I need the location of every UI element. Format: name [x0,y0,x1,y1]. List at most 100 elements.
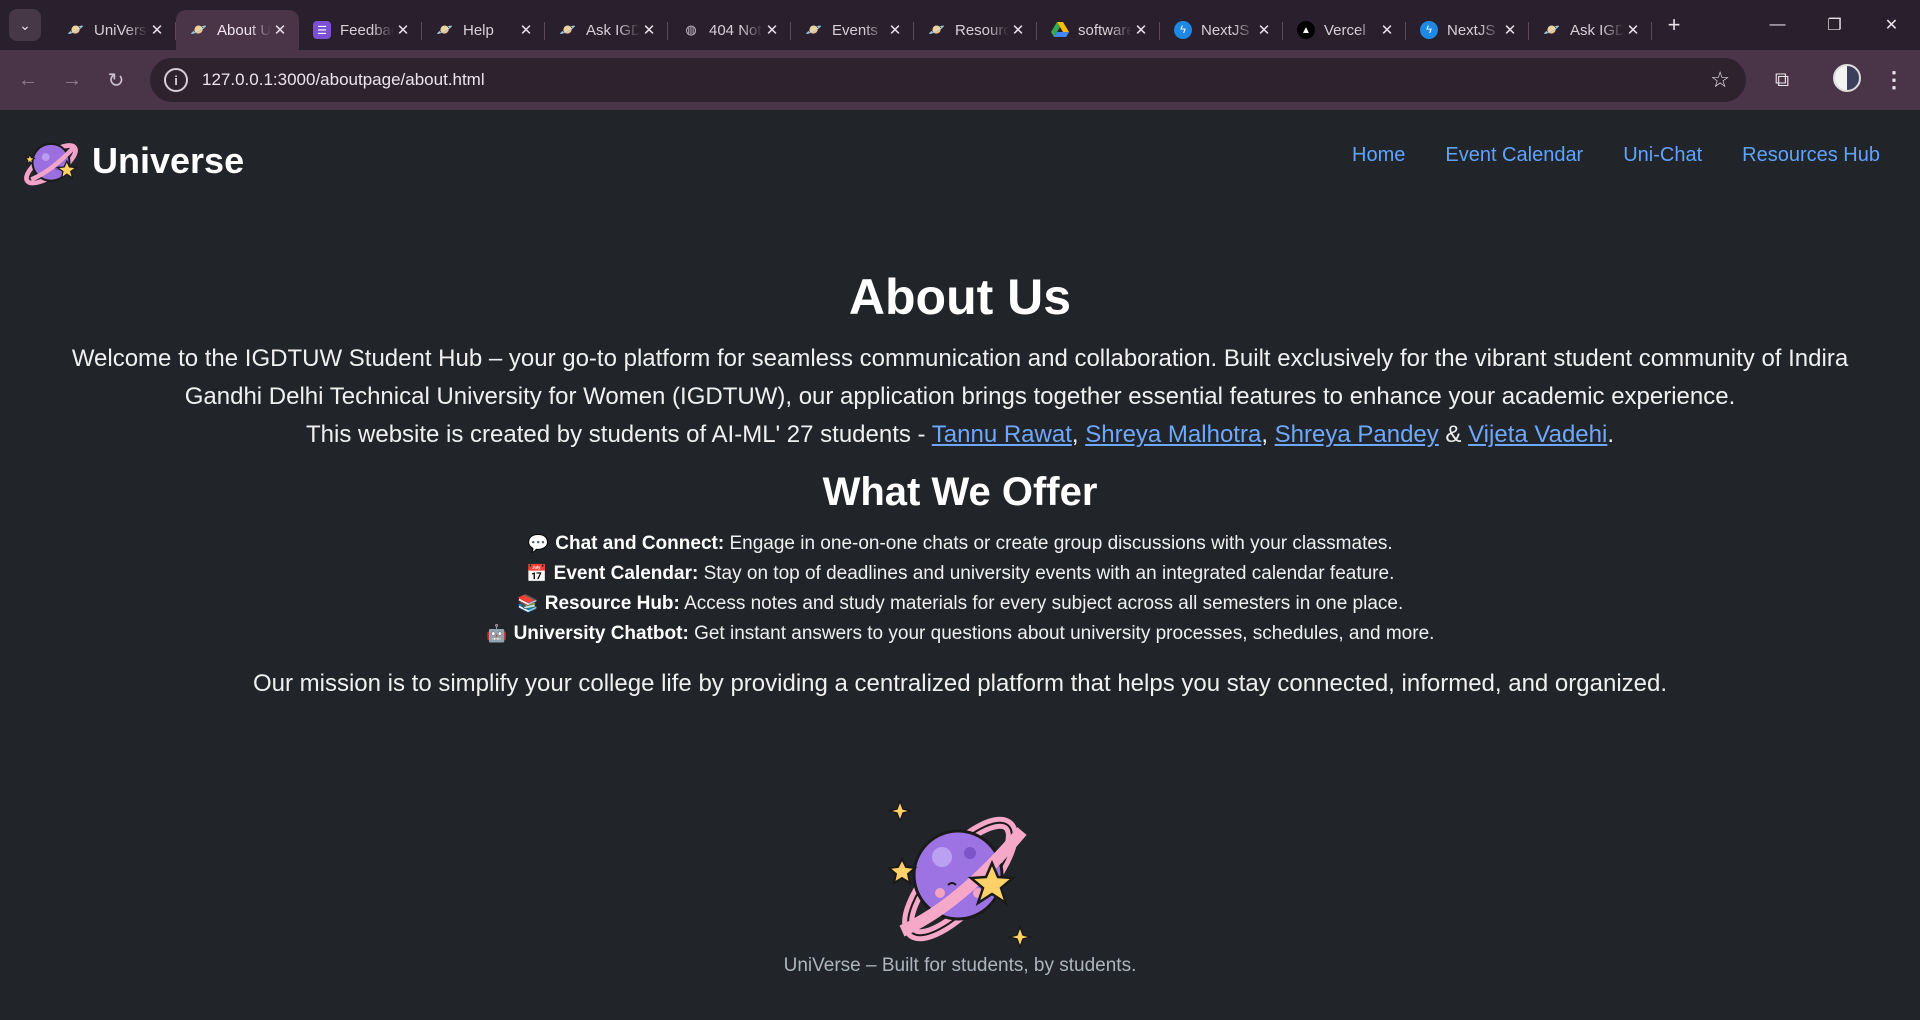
tab[interactable]: ☰ Feedback ✕ [299,10,422,50]
offer-title: Chat and Connect: [555,533,725,554]
close-icon[interactable]: ✕ [271,21,289,39]
tab-title: Vercel [1324,21,1366,39]
offer-text: Access notes and study materials for eve… [679,593,1404,614]
arrow-right-icon: → [62,68,82,91]
new-tab-button[interactable]: + [1658,9,1690,41]
planet-icon: 🪐 [928,22,946,37]
robot-icon: 🤖 [485,624,508,643]
tab-title: Events [832,21,878,39]
credits-prefix: This website is created by students of A… [306,421,932,448]
tab[interactable]: ◍ 404 Not Found ✕ [668,10,791,50]
tab[interactable]: ▲ Vercel ✕ [1283,10,1406,50]
author-link[interactable]: Vijeta Vadehi [1468,421,1607,448]
tab-bar: ⌄ 🪐 UniVerse ✕ 🪐 About Us ✕ ☰ Feedback ✕… [0,0,1920,50]
close-icon[interactable]: ✕ [763,21,781,39]
reload-button[interactable]: ↻ [94,58,138,102]
tab-search-button[interactable]: ⌄ [9,9,41,41]
nav-uni-chat[interactable]: Uni-Chat [1623,144,1702,167]
footer-text: UniVerse – Built for students, by studen… [783,955,1137,976]
mission-statement: Our mission is to simplify your college … [252,670,1668,697]
close-icon[interactable]: ✕ [394,21,412,39]
extensions-icon[interactable]: ⧉ [1762,58,1802,102]
avatar[interactable] [1833,64,1861,92]
close-icon[interactable]: ✕ [1624,21,1642,39]
nav-event-calendar[interactable]: Event Calendar [1445,144,1583,167]
tab[interactable]: 🪐 Resources ✕ [914,10,1037,50]
author-link[interactable]: Tannu Rawat [932,421,1072,448]
site-info-icon[interactable]: i [164,68,188,92]
nav-resources-hub[interactable]: Resources Hub [1742,144,1880,167]
list-item: 💬 Chat and Connect: Engage in one-on-one … [0,529,1920,559]
tab[interactable]: 🪐 Help ✕ [422,10,545,50]
omnibox[interactable]: i 127.0.0.1:3000/aboutpage/about.html ☆ [150,58,1746,102]
tab[interactable]: 🪐 Ask IGDTUW ✕ [1529,10,1652,50]
close-window-button[interactable]: ✕ [1863,0,1920,50]
tab[interactable]: 🪐 UniVerse ✕ [53,10,176,50]
chevron-down-icon: ⌄ [19,16,31,33]
tab-title: Resources [955,21,1009,39]
restore-button[interactable]: ❐ [1806,0,1863,50]
tab-strip: 🪐 UniVerse ✕ 🪐 About Us ✕ ☰ Feedback ✕ 🪐… [53,0,1690,50]
tab-title: About Us [217,21,271,39]
list-item: 📚 Resource Hub: Access notes and study ma… [0,589,1920,619]
tab-title: NextJS [1447,21,1496,39]
close-icon[interactable]: ✕ [1132,21,1150,39]
close-icon[interactable]: ✕ [517,21,535,39]
minimize-button[interactable]: — [1749,0,1806,50]
reload-icon: ↻ [107,69,125,92]
intro-paragraph: Welcome to the IGDTUW Student Hub – your… [71,345,1849,410]
separator: , [1071,421,1086,448]
calendar-icon: 📅 [526,564,548,583]
tab[interactable]: ϟ NextJS ✕ [1160,10,1283,50]
close-icon[interactable]: ✕ [1378,21,1396,39]
planet-logo-icon [24,142,78,186]
brand-name: Universe [92,140,245,181]
plus-icon: + [1667,12,1681,37]
back-button[interactable]: ← [6,58,50,102]
more-menu-icon[interactable]: ⋮ [1880,58,1908,102]
credits-line: This website is created by students of A… [0,416,1920,454]
drive-icon [1051,21,1069,39]
close-icon[interactable]: ✕ [1255,21,1273,39]
main-nav: Home Event Calendar Uni-Chat Resources H… [1352,144,1880,167]
planet-icon: 🪐 [805,22,823,37]
messenger-icon: ϟ [1420,21,1438,39]
planet-icon: 🪐 [436,22,454,37]
tab[interactable]: 🪐 Ask IGDTUW ✕ [545,10,668,50]
offer-title: Event Calendar: [553,563,699,584]
forward-button[interactable]: → [50,58,94,102]
nav-home[interactable]: Home [1352,144,1405,167]
offer-text: Engage in one-on-one chats or create gro… [724,533,1393,554]
tab[interactable]: ϟ NextJS ✕ [1406,10,1529,50]
tab[interactable]: 🪐 Events ✕ [791,10,914,50]
tab-title: UniVerse [94,21,148,39]
author-link[interactable]: Shreya Pandey [1275,421,1439,448]
tab-title: Feedback [340,21,394,39]
list-item: 🤖 University Chatbot: Get instant answers… [0,619,1920,649]
tab-title: Ask IGDTUW [1570,21,1624,39]
bookmark-star-icon[interactable]: ☆ [1710,67,1730,93]
author-link[interactable]: Shreya Malhotra [1085,421,1261,448]
separator: & [1438,421,1469,448]
close-icon[interactable]: ✕ [148,21,166,39]
tab[interactable]: software ✕ [1037,10,1160,50]
form-icon: ☰ [313,21,331,39]
close-icon[interactable]: ✕ [640,21,658,39]
planet-icon: 🪐 [1543,22,1561,37]
tab-active[interactable]: 🪐 About Us ✕ [176,10,299,50]
globe-icon: ◍ [685,22,697,37]
planet-icon: 🪐 [190,22,208,37]
brand[interactable]: Universe [18,128,244,194]
arrow-left-icon: ← [18,68,38,91]
vercel-icon: ▲ [1297,21,1315,39]
planet-icon: 🪐 [559,22,577,37]
tab-title: 404 Not Found [709,21,763,39]
address-bar: ← → ↻ i 127.0.0.1:3000/aboutpage/about.h… [0,50,1920,110]
page: Universe Home Event Calendar Uni-Chat Re… [0,110,1920,1020]
offer-title: University Chatbot: [513,623,689,644]
close-icon[interactable]: ✕ [1501,21,1519,39]
close-icon[interactable]: ✕ [1009,21,1027,39]
close-icon[interactable]: ✕ [886,21,904,39]
page-title: About Us [848,269,1072,325]
url-text[interactable]: 127.0.0.1:3000/aboutpage/about.html [202,70,485,90]
